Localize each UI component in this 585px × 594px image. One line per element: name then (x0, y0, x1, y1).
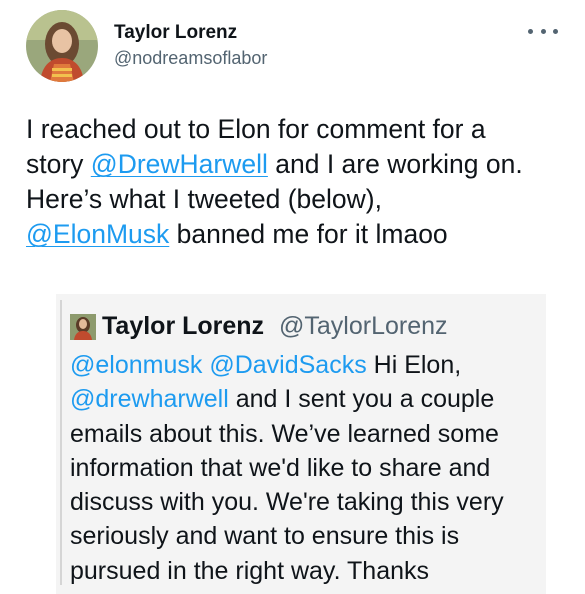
tweet-text-segment: and I are working on. (267, 149, 523, 179)
mention-link-drewharwell[interactable]: @DrewHarwell (91, 149, 268, 179)
quoted-text-line: seriously and want to ensure this is (70, 522, 460, 551)
quoted-text-segment: and I sent you a couple (228, 385, 495, 414)
quoted-tweet-border (60, 300, 62, 585)
tweet-text-line: I reached out to Elon for comment for a (26, 114, 486, 144)
mention-link-elonmusk[interactable]: @ElonMusk (26, 219, 169, 249)
tweet-text-line: @ElonMusk banned me for it lmaoo (26, 217, 566, 252)
more-horizontal-icon (553, 28, 558, 34)
quoted-tweet-text: @elonmusk @DavidSacks Hi Elon, @drewharw… (70, 348, 540, 588)
quoted-text-line: emails about this. We’ve learned some (70, 419, 499, 448)
quoted-author-avatar-image (70, 314, 96, 340)
quoted-text-line: @elonmusk @DavidSacks Hi Elon, (70, 348, 540, 382)
tweet-card: Taylor Lorenz @nodreamsoflabor I reached… (0, 0, 585, 594)
quoted-author-handle[interactable]: @TaylorLorenz (279, 312, 448, 341)
mention-link-elonmusk-lower[interactable]: @elonmusk (70, 351, 202, 379)
quoted-text-line: information that we'd like to share and (70, 453, 491, 482)
author-avatar[interactable] (26, 10, 98, 82)
tweet-text-line: Here’s what I tweeted (below), (26, 184, 382, 214)
quoted-author-avatar[interactable] (70, 314, 96, 340)
quoted-text-line: discuss with you. We're taking this very (70, 488, 504, 517)
quoted-author-display-name[interactable]: Taylor Lorenz (102, 312, 264, 341)
mention-link-drewharwell-lower[interactable]: @drewharwell (70, 385, 229, 413)
quoted-text-segment: Hi Elon, (366, 351, 462, 379)
more-options-button[interactable] (528, 24, 558, 38)
tweet-text: I reached out to Elon for comment for a … (26, 112, 566, 252)
quoted-text-line: @drewharwell and I sent you a couple (70, 382, 540, 416)
quoted-text-line: pursued in the right way. Thanks (70, 556, 429, 585)
author-avatar-image (26, 10, 98, 82)
tweet-text-segment: banned me for it lmaoo (169, 219, 448, 249)
tweet-text-line: story @DrewHarwell and I are working on. (26, 147, 566, 182)
more-horizontal-icon (540, 28, 546, 34)
author-display-name[interactable]: Taylor Lorenz (114, 22, 237, 44)
mention-link-davidsacks[interactable]: @DavidSacks (209, 351, 366, 379)
author-handle[interactable]: @nodreamsoflabor (114, 48, 267, 69)
tweet-text-segment: story (26, 149, 91, 179)
more-horizontal-icon (528, 28, 533, 34)
